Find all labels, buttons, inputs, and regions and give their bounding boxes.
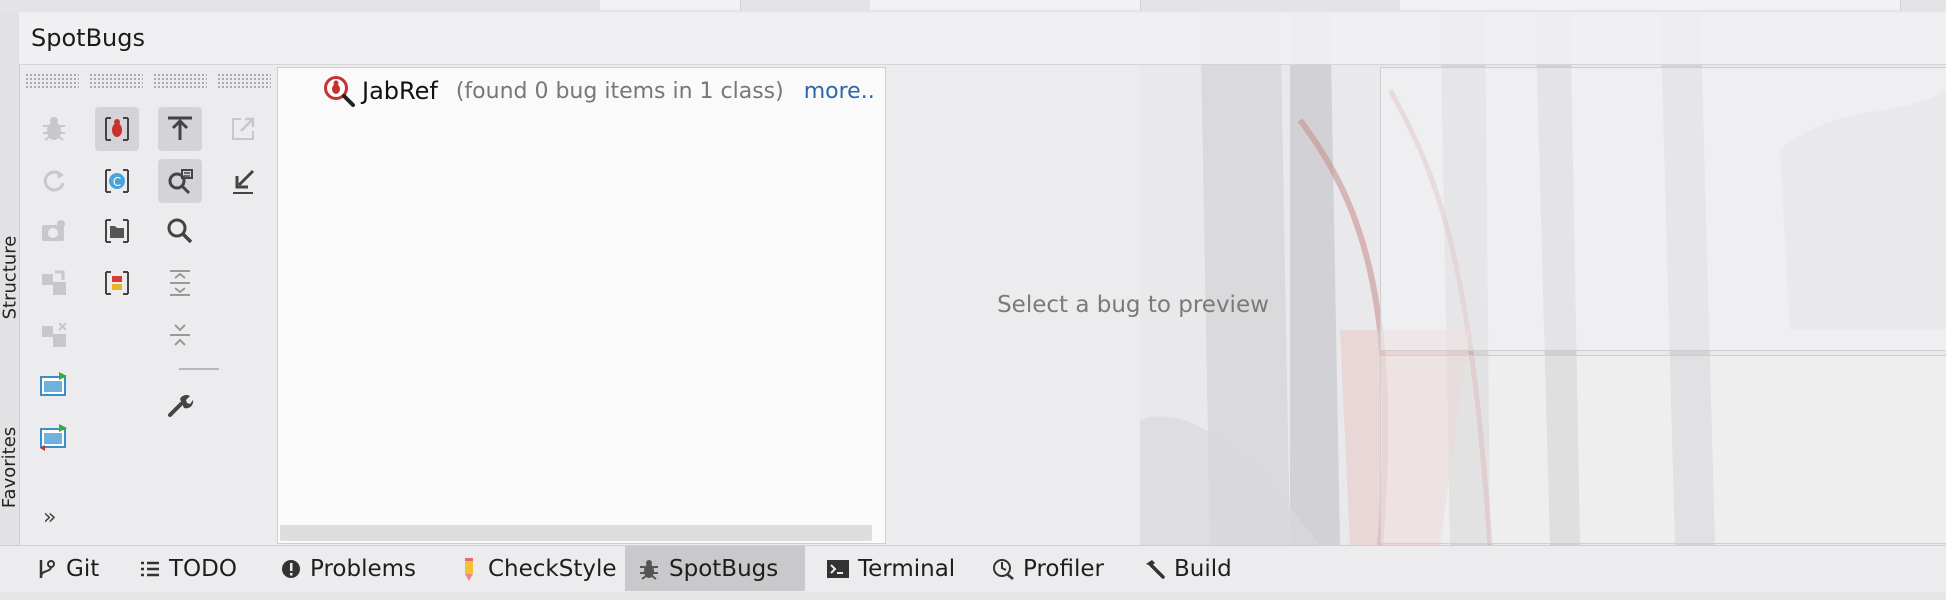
pencil-icon [465, 557, 473, 581]
favorites-side-tab[interactable]: Favorites [0, 392, 20, 542]
git-branch-icon [39, 559, 55, 578]
search-button[interactable] [158, 209, 202, 253]
settings-button[interactable] [158, 383, 202, 427]
camera-icon [42, 220, 65, 241]
tab-git-label: Git [66, 555, 100, 582]
toolbar-grip[interactable] [25, 73, 79, 89]
structure-tab-label: Structure [0, 235, 21, 319]
collapse-all-icon [170, 324, 190, 346]
svg-text:C: C [113, 175, 121, 189]
settings-wrench-icon [168, 394, 194, 417]
more-link[interactable]: more.. [804, 79, 875, 104]
tab-build[interactable]: Build [1130, 546, 1246, 591]
hammer-icon [1146, 559, 1165, 579]
bug-analyze-button[interactable] [32, 107, 76, 151]
tab-spotbugs[interactable]: SpotBugs [625, 546, 805, 591]
tab-checkstyle-label: CheckStyle [488, 555, 617, 582]
bug-tree-panel: JabRef (found 0 bug items in 1 class) mo… [277, 67, 886, 544]
favorites-tab-label: Favorites [0, 426, 20, 508]
tab-problems[interactable]: Problems [268, 546, 430, 591]
tool-window-title: SpotBugs [31, 24, 145, 52]
rerun-icon [43, 170, 65, 192]
import-button[interactable] [221, 159, 265, 203]
class-scope-button[interactable]: C [95, 159, 139, 203]
toolbar-grip[interactable] [217, 73, 271, 89]
left-tool-strip: Structure Favorites [0, 12, 20, 545]
bug-analyze-icon [43, 117, 65, 141]
details-panel-bottom [1380, 355, 1946, 544]
group-by-button[interactable] [32, 261, 76, 305]
spotbugs-toolbar: C » [19, 65, 277, 545]
class-scope-icon: C [105, 169, 129, 193]
export-button[interactable] [158, 107, 202, 151]
bug-preview-panel: Select a bug to preview [886, 67, 1380, 542]
toolbar-grip[interactable] [89, 73, 143, 89]
status-bar [0, 592, 1946, 600]
toolbar-overflow-button[interactable]: » [43, 505, 56, 530]
project-name: JabRef [362, 77, 438, 105]
preview-run-error-icon [40, 424, 67, 451]
list-icon [141, 561, 159, 576]
collapse-all-button[interactable] [158, 313, 202, 357]
export-icon [168, 116, 192, 140]
terminal-icon [827, 559, 849, 578]
import-icon [233, 169, 255, 194]
tab-git[interactable]: Git [24, 546, 113, 591]
bottom-tool-bar: Git TODO Problems CheckStyle SpotBugs Te… [0, 545, 1946, 592]
horizontal-scrollbar[interactable] [280, 525, 872, 541]
expand-all-icon [170, 270, 190, 296]
folder-scope-icon [105, 219, 129, 243]
structure-side-tab[interactable]: Structure [0, 207, 21, 347]
preview-run-button[interactable] [32, 363, 76, 407]
bug-summary: (found 0 bug items in 1 class) [455, 78, 784, 104]
camera-button[interactable] [32, 209, 76, 253]
bug-filter-button[interactable] [95, 107, 139, 151]
preview-placeholder: Select a bug to preview [997, 291, 1269, 318]
alert-circle-icon [282, 559, 300, 578]
tab-build-label: Build [1174, 555, 1232, 582]
tab-terminal-label: Terminal [858, 555, 956, 582]
merge-icon [42, 322, 67, 347]
tab-profiler[interactable]: Profiler [979, 546, 1118, 591]
folder-scope-button[interactable] [95, 209, 139, 253]
rerun-button[interactable] [32, 159, 76, 203]
profiler-icon [993, 558, 1014, 580]
expand-all-button[interactable] [158, 261, 202, 305]
tab-problems-label: Problems [310, 555, 417, 582]
tree-root-row[interactable]: JabRef (found 0 bug items in 1 class) mo… [322, 74, 875, 108]
tab-terminal[interactable]: Terminal [814, 546, 969, 591]
tab-checkstyle[interactable]: CheckStyle [446, 546, 631, 591]
toolbar-grip[interactable] [153, 73, 207, 89]
search-code-button[interactable] [158, 159, 202, 203]
toolbar-separator [179, 368, 219, 370]
bug-icon [640, 559, 658, 580]
tool-window-header: SpotBugs [19, 12, 1946, 65]
priority-button[interactable] [95, 261, 139, 305]
priority-icon [105, 271, 129, 295]
group-by-icon [42, 270, 66, 295]
open-external-icon [232, 117, 255, 140]
tab-profiler-label: Profiler [1023, 555, 1104, 582]
bug-filter-icon [105, 117, 129, 141]
tab-todo[interactable]: TODO [127, 546, 251, 591]
preview-run-error-button[interactable] [32, 415, 76, 459]
tab-todo-label: TODO [169, 555, 237, 582]
details-panel-top [1380, 67, 1946, 351]
merge-button[interactable] [32, 313, 76, 357]
search-icon [167, 218, 193, 244]
preview-run-icon [40, 372, 67, 396]
open-external-button[interactable] [221, 107, 265, 151]
search-code-icon [168, 169, 193, 195]
bug-project-icon [324, 76, 355, 107]
tab-spotbugs-label: SpotBugs [669, 555, 779, 582]
